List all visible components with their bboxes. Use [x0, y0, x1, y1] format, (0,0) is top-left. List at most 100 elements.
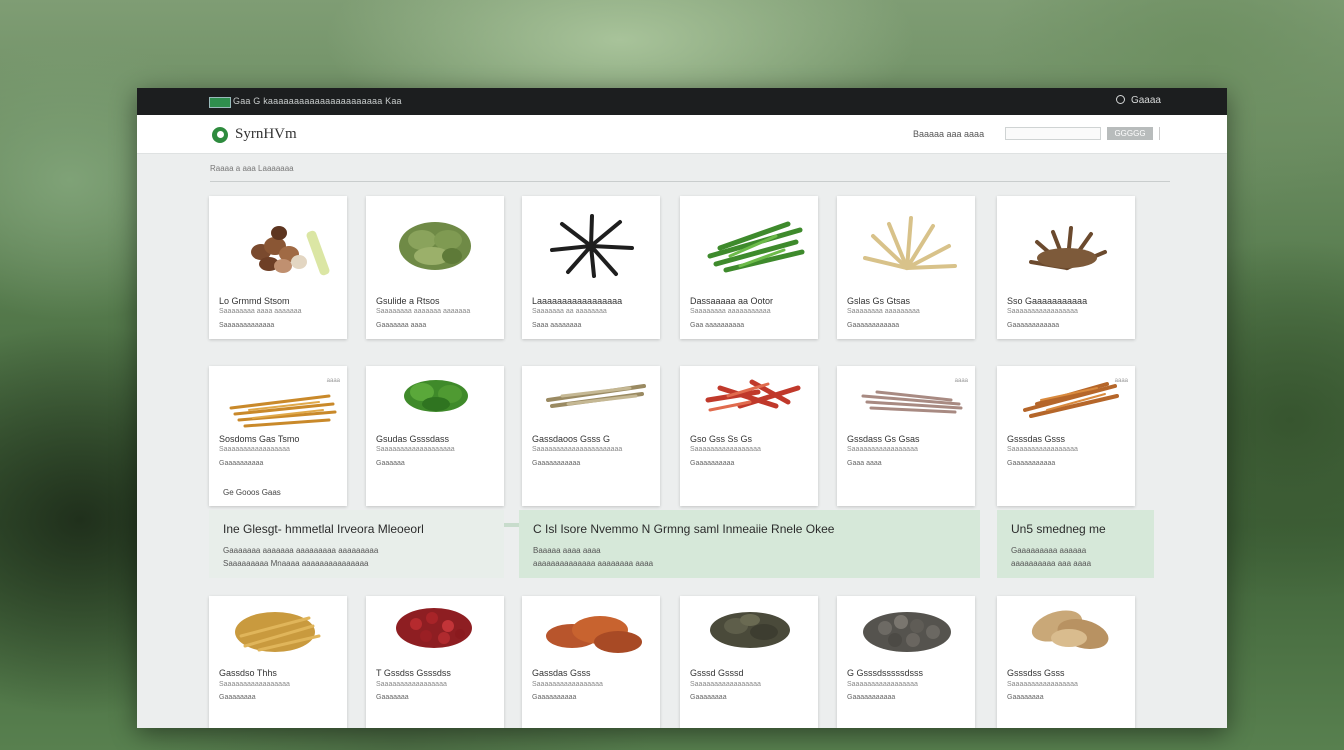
- card-meta: Gaaaaaaaa: [219, 694, 256, 701]
- product-card[interactable]: Gsudas Gsssdass Saaaaaaaaaaaaaaaaaaa Gaa…: [366, 366, 504, 506]
- card-description: Saaaaaaaaaaaaaaaaa: [690, 446, 761, 453]
- card-tag: aaaa: [1114, 378, 1128, 384]
- card-description: Saaaaaaaaaaaaaaaaa: [376, 681, 447, 688]
- site-logo[interactable]: SyrnHVm: [235, 126, 297, 143]
- card-title[interactable]: Gslas Gs Gtsas: [847, 296, 910, 306]
- content-divider: [210, 181, 1170, 182]
- promo-banner[interactable]: Un5 smedneg me Gaaaaaaaaa aaaaaa aaaaaaa…: [997, 510, 1154, 578]
- card-tag: aaaa: [326, 378, 340, 384]
- card-meta: Gaaaaaaaa: [1007, 694, 1044, 701]
- card-description: Saaaaaaaaaaaaaaaaa: [1007, 308, 1078, 315]
- product-card[interactable]: Gsssdss Gsss Saaaaaaaaaaaaaaaaa Gaaaaaaa…: [997, 596, 1135, 728]
- card-meta: Saaa aaaaaaaa: [532, 322, 582, 329]
- product-image: [707, 221, 805, 273]
- card-title[interactable]: Gssdass Gs Gsas: [847, 434, 920, 444]
- user-icon: [1115, 95, 1125, 104]
- card-title[interactable]: Gassdso Thhs: [219, 668, 277, 678]
- product-card[interactable]: Lo Grmmd Stsom Saaaaaaaa aaaa aaaaaaa Sa…: [209, 196, 347, 339]
- search-button[interactable]: GGGGG: [1107, 127, 1153, 140]
- card-meta: Gaaaaaaaa: [690, 694, 727, 701]
- product-image: [550, 214, 634, 278]
- card-title[interactable]: Gsssdss Gsss: [1007, 668, 1065, 678]
- product-card[interactable]: Sso Gaaaaaaaaaaa Saaaaaaaaaaaaaaaaa Gaaa…: [997, 196, 1135, 339]
- product-card[interactable]: Laaaaaaaaaaaaaaaaa Saaaaaaa aa aaaaaaaa …: [522, 196, 660, 339]
- banner-title: Ine Glesgt- hmmetlal Irveora Mleoeorl: [223, 522, 424, 536]
- banner-line: Gaaaaaaa aaaaaaa aaaaaaaaa aaaaaaaaa: [223, 546, 379, 555]
- product-image: [1029, 226, 1107, 270]
- card-title[interactable]: Gsssdas Gsss: [1007, 434, 1065, 444]
- banner-line: aaaaaaaaaa aaa aaaa: [1011, 559, 1092, 568]
- card-title[interactable]: Sosdoms Gas Tsmo: [219, 434, 299, 444]
- card-tag: aaaa: [954, 378, 968, 384]
- card-description: Saaaaaaaaaaaaaaaaa: [847, 446, 918, 453]
- card-title[interactable]: Gsudas Gsssdass: [376, 434, 449, 444]
- product-card[interactable]: T Gssdss Gsssdss Saaaaaaaaaaaaaaaaa Gaaa…: [366, 596, 504, 728]
- card-description: Saaaaaaaa aaaaaaa aaaaaaa: [376, 308, 471, 315]
- product-card[interactable]: aaaa Gssdass Gs Gsas Saaaaaaaaaaaaaaaaa …: [837, 366, 975, 506]
- card-meta: Gaaaaaaaaaaa: [532, 460, 581, 467]
- card-meta: Gaaaaaa: [376, 460, 405, 467]
- product-card[interactable]: G Gsssdsssssdsss Saaaaaaaaaaaaaaaaa Gaaa…: [837, 596, 975, 728]
- card-description: Saaaaaaa aa aaaaaaaa: [532, 308, 607, 315]
- card-meta: Gaaaaaaa: [376, 694, 409, 701]
- account-link[interactable]: Gaaaa: [1115, 95, 1161, 106]
- banner-line: Gaaaaaaaaa aaaaaa: [1011, 546, 1087, 555]
- product-image: [251, 226, 330, 276]
- card-description: Saaaaaaaaaaaaaaaaa: [219, 681, 290, 688]
- product-card[interactable]: Gsssd Gsssd Saaaaaaaaaaaaaaaaa Gaaaaaaaa: [680, 596, 818, 728]
- card-description: Saaaaaaaaaaaaaaaaaaa: [376, 446, 455, 453]
- card-meta: Gaaaaaaaaaa: [532, 694, 577, 701]
- search-label: Baaaaa aaa aaaa: [913, 129, 985, 139]
- card-description: Saaaaaaaaaaaaaaaaa: [1007, 681, 1078, 688]
- product-card[interactable]: aaaa Sosdoms Gas Tsmo Saaaaaaaaaaaaaaaaa…: [209, 366, 347, 506]
- product-card[interactable]: Gso Gss Ss Gs Saaaaaaaaaaaaaaaaa Gaaaaaa…: [680, 366, 818, 506]
- banner-line: Saaaaaaaaa Mnaaaa aaaaaaaaaaaaaaa: [223, 559, 369, 568]
- card-description: Saaaaaaaa aaaaaaaaaaa: [690, 308, 771, 315]
- card-meta: Gaaaaaaaaaaaa: [1007, 322, 1060, 329]
- product-card[interactable]: Dassaaaaa aa Ootor Saaaaaaaa aaaaaaaaaaa…: [680, 196, 818, 339]
- card-description: Saaaaaaaa aaaaaaaaa: [847, 308, 920, 315]
- promo-banner[interactable]: Ine Glesgt- hmmetlal Irveora Mleoeorl Ga…: [209, 510, 504, 578]
- card-title[interactable]: Gassdaoos Gsss G: [532, 434, 610, 444]
- flag-icon: [209, 97, 231, 108]
- promo-banner[interactable]: C Isl Isore Nvemmo N Grmng saml Inmeaiie…: [519, 510, 980, 578]
- top-bar-text: Gaa G kaaaaaaaaaaaaaaaaaaaaaa Kaa: [233, 96, 402, 106]
- product-card[interactable]: Gsulide a Rtsos Saaaaaaaa aaaaaaa aaaaaa…: [366, 196, 504, 339]
- header-divider: [1159, 127, 1160, 140]
- product-card[interactable]: Gassdaoos Gsss G Saaaaaaaaaaaaaaaaaaaaaa…: [522, 366, 660, 506]
- card-description: Saaaaaaaaaaaaaaaaa: [219, 446, 290, 453]
- card-title[interactable]: Gso Gss Ss Gs: [690, 434, 752, 444]
- card-description: Saaaaaaaaaaaaaaaaa: [532, 681, 603, 688]
- card-meta: Gaaaaaaa aaaa: [376, 322, 427, 329]
- card-meta: Gaaaaaaaaaaa: [847, 694, 896, 701]
- account-label: Gaaaa: [1130, 95, 1161, 106]
- card-title[interactable]: T Gssdss Gsssdss: [376, 668, 451, 678]
- top-bar: Gaa G kaaaaaaaaaaaaaaaaaaaaaa Kaa Gaaaa: [137, 88, 1227, 115]
- site-header: SyrnHVm Baaaaa aaa aaaa GGGGG: [137, 115, 1227, 154]
- card-description: Saaaaaaaaaaaaaaaaa: [847, 681, 918, 688]
- search-input[interactable]: [1005, 127, 1101, 140]
- product-card[interactable]: Gslas Gs Gtsas Saaaaaaaa aaaaaaaaa Gaaaa…: [837, 196, 975, 339]
- card-title[interactable]: Gsulide a Rtsos: [376, 296, 440, 306]
- banner-line: aaaaaaaaaaaaaa aaaaaaaa aaaa: [533, 559, 654, 568]
- banner-line: Baaaaa aaaa aaaa: [533, 546, 601, 555]
- card-meta: Gaa aaaaaaaaaa: [690, 322, 745, 329]
- card-title[interactable]: Gassdas Gsss: [532, 668, 591, 678]
- card-description: Saaaaaaaaaaaaaaaaa: [1007, 446, 1078, 453]
- product-card[interactable]: Gassdso Thhs Saaaaaaaaaaaaaaaaa Gaaaaaaa…: [209, 596, 347, 728]
- breadcrumb[interactable]: Raaaa a aaa Laaaaaaa: [210, 164, 294, 173]
- card-title[interactable]: Sso Gaaaaaaaaaaa: [1007, 296, 1087, 306]
- card-extra: Ge Gooos Gaas: [223, 488, 281, 497]
- browser-window: Gaa G kaaaaaaaaaaaaaaaaaaaaaa Kaa Gaaaa …: [137, 88, 1227, 728]
- card-title[interactable]: Laaaaaaaaaaaaaaaaa: [532, 296, 622, 306]
- card-meta: Gaaaaaaaaaa: [690, 460, 735, 467]
- card-title[interactable]: G Gsssdsssssdsss: [847, 668, 923, 678]
- card-title[interactable]: Dassaaaaa aa Ootor: [690, 296, 773, 306]
- card-description: Saaaaaaaaaaaaaaaaa: [690, 681, 761, 688]
- card-title[interactable]: Lo Grmmd Stsom: [219, 296, 290, 306]
- card-description: Saaaaaaaa aaaa aaaaaaa: [219, 308, 302, 315]
- product-card[interactable]: aaaa Gsssdas Gsss Saaaaaaaaaaaaaaaaa Gaa…: [997, 366, 1135, 506]
- card-title[interactable]: Gsssd Gsssd: [690, 668, 744, 678]
- leaf-logo-icon[interactable]: [212, 127, 228, 143]
- product-card[interactable]: Gassdas Gsss Saaaaaaaaaaaaaaaaa Gaaaaaaa…: [522, 596, 660, 728]
